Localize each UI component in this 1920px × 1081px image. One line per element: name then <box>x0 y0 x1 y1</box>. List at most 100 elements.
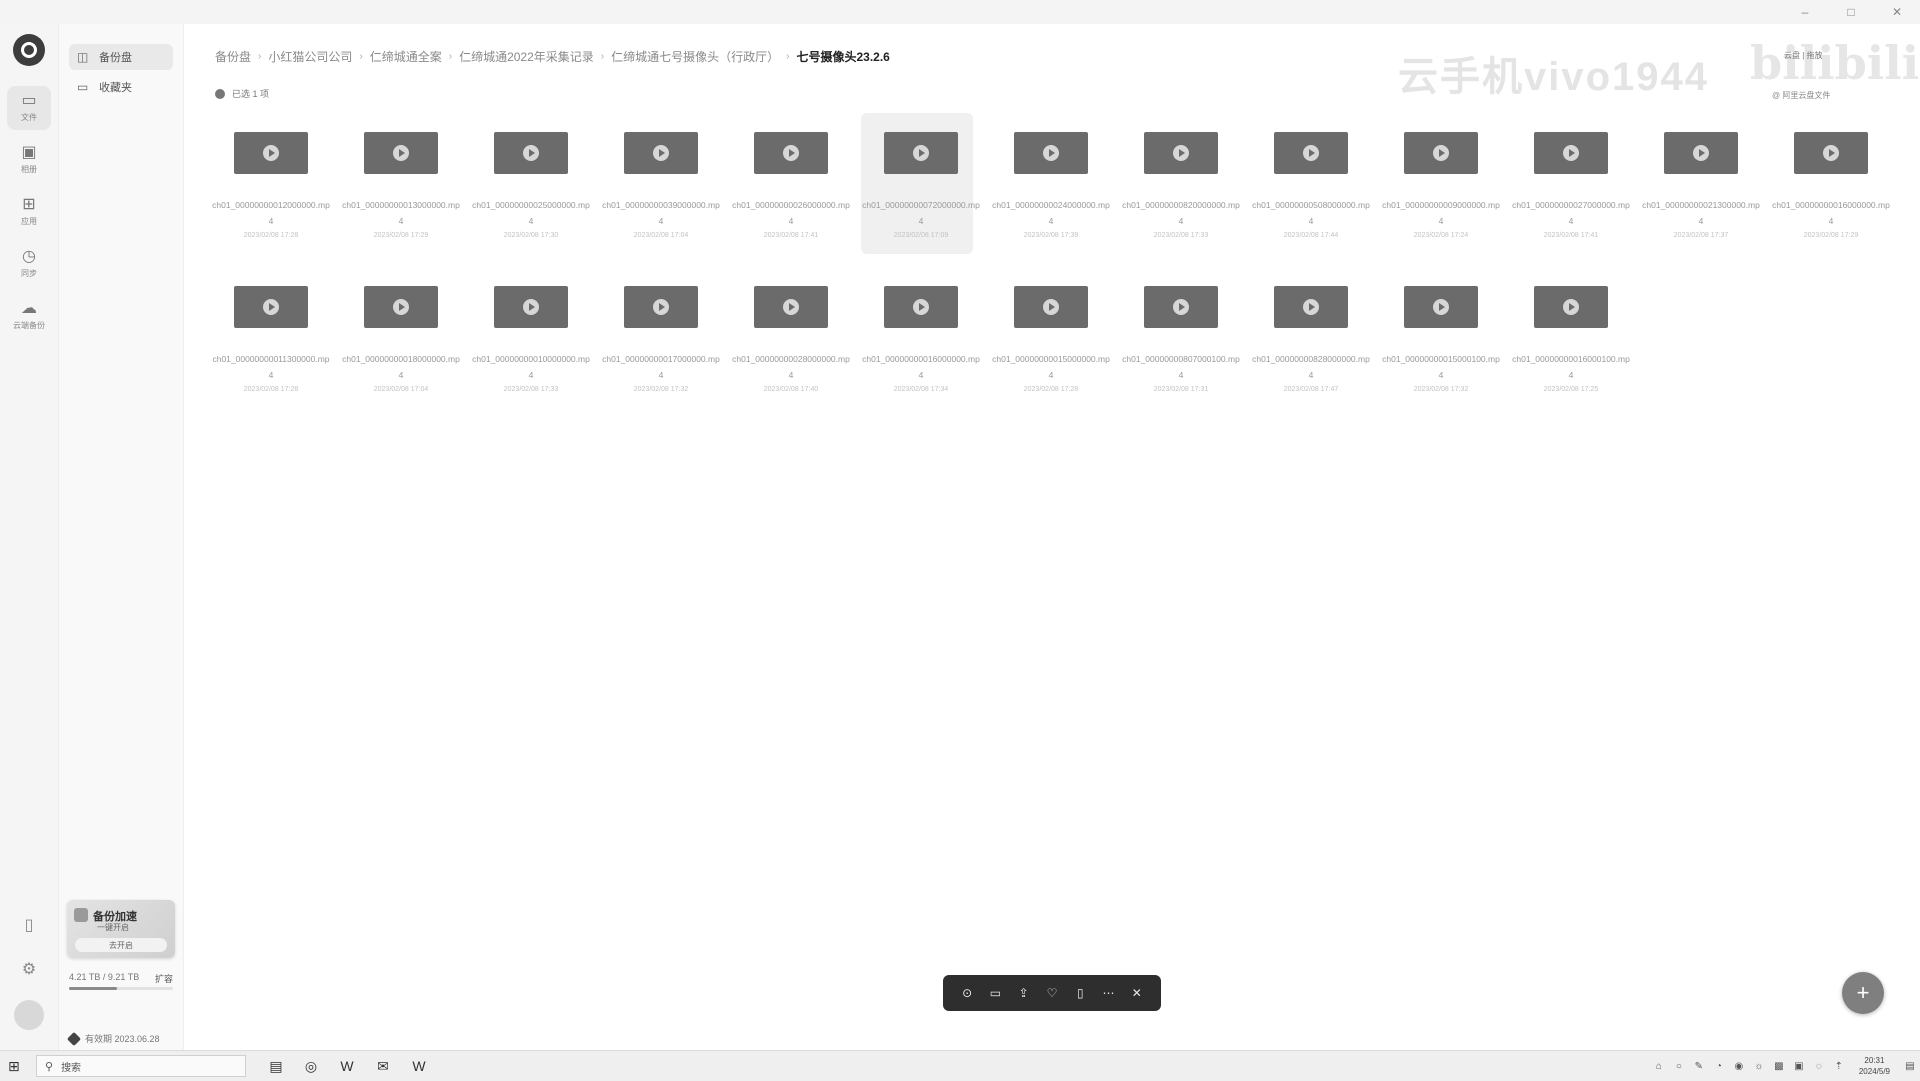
tray-icon[interactable]: ◔ <box>1712 1061 1726 1072</box>
file-name: ch01_00000000013000000.mp4 <box>342 200 460 226</box>
download-icon[interactable]: ⊙ <box>958 984 976 1002</box>
mail-icon[interactable]: ✉ <box>372 1056 394 1076</box>
more-icon[interactable]: ⋯ <box>1100 984 1118 1002</box>
rail-item-sync[interactable]: ◷ 同步 <box>7 242 51 286</box>
tray-icon[interactable]: ▩ <box>1772 1061 1786 1072</box>
play-icon <box>653 145 669 161</box>
video-thumbnail <box>1404 286 1478 328</box>
taskbar-clock[interactable]: 20:31 2024/5/9 <box>1859 1055 1890 1077</box>
play-icon <box>393 145 409 161</box>
browser-icon[interactable]: ◎ <box>300 1056 322 1076</box>
promo-button[interactable]: 去开启 <box>75 938 167 952</box>
breadcrumb-item[interactable]: 仁缔城通七号摄像头（行政厅） <box>611 48 779 65</box>
play-icon <box>783 145 799 161</box>
rail-item-cloud-backup[interactable]: ☁ 云端备份 <box>7 294 51 338</box>
membership-status[interactable]: 有效期 2023.06.28 <box>66 1031 160 1046</box>
file-item[interactable]: ch01_00000000009000000.mp4 2023/02/08 17:… <box>1381 113 1500 254</box>
secondary-sidebar: ◫ 备份盘 ▭ 收藏夹 备份加速 一键开启 去开启 4.21 TB / 9.21… <box>59 24 184 1050</box>
minimize-button[interactable]: – <box>1782 0 1828 24</box>
file-item[interactable]: ch01_00000000015000000.mp4 2023/02/08 17:… <box>991 267 1110 408</box>
file-date: 2023/02/08 17:41 <box>763 232 819 239</box>
settings-icon[interactable]: ⚙ <box>14 954 44 984</box>
play-icon <box>1433 299 1449 315</box>
tray-icon[interactable]: ▣ <box>1792 1061 1806 1072</box>
file-item[interactable]: ch01_00000000027000000.mp4 2023/02/08 17:… <box>1511 113 1630 254</box>
file-explorer-icon[interactable]: ▤ <box>265 1056 287 1076</box>
file-item[interactable]: ch01_00000000011300000.mp4 2023/02/08 17:… <box>211 267 330 408</box>
rail-item-files[interactable]: ▭ 文件 <box>7 86 51 130</box>
file-name: ch01_00000000012000000.mp4 <box>212 200 330 226</box>
rail-item-photos[interactable]: ▣ 相册 <box>7 138 51 182</box>
file-date: 2023/02/08 17:33 <box>503 386 559 393</box>
file-item[interactable]: ch01_00000000016000100.mp4 2023/02/08 17:… <box>1511 267 1630 408</box>
file-item[interactable]: ch01_00000000039000000.mp4 2023/02/08 17:… <box>601 113 720 254</box>
share-icon[interactable]: ⇪ <box>1015 984 1033 1002</box>
wps-icon-2[interactable]: W <box>408 1056 430 1076</box>
file-item[interactable]: ch01_00000000024000000.mp4 2023/02/08 17:… <box>991 113 1110 254</box>
file-item[interactable]: ch01_00000000016000000.mp4 2023/02/08 17:… <box>861 267 980 408</box>
file-item[interactable]: ch01_00000000026000000.mp4 2023/02/08 17:… <box>731 113 850 254</box>
breadcrumb-item[interactable]: 备份盘 <box>215 48 251 65</box>
file-item[interactable]: ch01_00000000017000000.mp4 2023/02/08 17:… <box>601 267 720 408</box>
sidebar-item-backup-drive[interactable]: ◫ 备份盘 <box>69 44 173 70</box>
tray-icon[interactable]: ⌂ <box>1652 1061 1666 1072</box>
file-item[interactable]: ch01_00000000807000100.mp4 2023/02/08 17:… <box>1121 267 1240 408</box>
file-item[interactable]: ch01_00000000072000000.mp4 2023/02/08 17:… <box>861 113 980 254</box>
video-thumbnail <box>1794 132 1868 174</box>
phone-icon[interactable]: ▯ <box>14 910 44 940</box>
tray-icon[interactable]: ✎ <box>1692 1061 1706 1072</box>
add-button[interactable]: + <box>1842 972 1884 1014</box>
file-item[interactable]: ch01_00000000508000000.mp4 2023/02/08 17:… <box>1251 113 1370 254</box>
window-controls: – □ ✕ <box>1782 0 1920 24</box>
tray-icon[interactable]: ◌ <box>1812 1061 1826 1072</box>
file-item[interactable]: ch01_00000000028000000.mp4 2023/02/08 17:… <box>731 267 850 408</box>
file-name: ch01_00000000021300000.mp4 <box>1642 200 1760 226</box>
breadcrumb-item[interactable]: 小红猫公司公司 <box>268 48 352 65</box>
file-item[interactable]: ch01_00000000010000000.mp4 2023/02/08 17:… <box>471 267 590 408</box>
promo-icon <box>74 908 88 922</box>
file-item[interactable]: ch01_00000000828000000.mp4 2023/02/08 17:… <box>1251 267 1370 408</box>
file-item[interactable]: ch01_00000000025000000.mp4 2023/02/08 17:… <box>471 113 590 254</box>
promo-card[interactable]: 备份加速 一键开启 去开启 <box>67 900 175 958</box>
rail-item-apps[interactable]: ⊞ 应用 <box>7 190 51 234</box>
play-icon <box>653 299 669 315</box>
sidebar-item-favorites[interactable]: ▭ 收藏夹 <box>69 74 173 100</box>
file-item[interactable]: ch01_00000000012000000.mp4 2023/02/08 17:… <box>211 113 330 254</box>
breadcrumb-item[interactable]: 仁缔城通2022年采集记录 <box>459 48 594 65</box>
close-icon[interactable]: ✕ <box>1128 984 1146 1002</box>
maximize-button[interactable]: □ <box>1828 0 1874 24</box>
notification-icon[interactable]: ▤ <box>1903 1061 1917 1072</box>
tray-icon[interactable]: ◉ <box>1732 1061 1746 1072</box>
tray-icon[interactable]: ○ <box>1672 1061 1686 1072</box>
tray-icon[interactable]: ⇡ <box>1832 1061 1846 1072</box>
file-name: ch01_00000000015000000.mp4 <box>992 354 1110 380</box>
delete-icon[interactable]: ▯ <box>1071 984 1089 1002</box>
file-date: 2023/02/08 17:04 <box>633 232 689 239</box>
breadcrumb: 备份盘 › 小红猫公司公司 › 仁缔城通全案 › 仁缔城通2022年采集记录 › 仁缔城… <box>215 48 890 65</box>
video-thumbnail <box>624 132 698 174</box>
taskbar-search[interactable]: ⚲ 搜索 <box>36 1055 246 1077</box>
start-button[interactable]: ⊞ <box>8 1058 20 1075</box>
select-all-checkbox[interactable] <box>215 88 225 99</box>
move-icon[interactable]: ▭ <box>986 984 1004 1002</box>
video-thumbnail <box>884 132 958 174</box>
file-item[interactable]: ch01_00000000021300000.mp4 2023/02/08 17:… <box>1641 113 1760 254</box>
breadcrumb-item[interactable]: 仁缔城通全案 <box>370 48 442 65</box>
file-item[interactable]: ch01_00000000016000000.mp4 2023/02/08 17:… <box>1771 113 1890 254</box>
video-thumbnail <box>1274 286 1348 328</box>
play-icon <box>1563 299 1579 315</box>
storage-upgrade-link[interactable]: 扩容 <box>155 972 173 985</box>
breadcrumb-current: 七号摄像头23.2.6 <box>796 50 890 64</box>
play-icon <box>1303 299 1319 315</box>
file-item[interactable]: ch01_00000000018000000.mp4 2023/02/08 17:… <box>341 267 460 408</box>
close-window-button[interactable]: ✕ <box>1874 0 1920 24</box>
wps-icon[interactable]: W <box>336 1056 358 1076</box>
file-item[interactable]: ch01_00000000820000000.mp4 2023/02/08 17:… <box>1121 113 1240 254</box>
storage-progress-fill <box>69 987 117 990</box>
favorite-icon[interactable]: ♡ <box>1043 984 1061 1002</box>
file-item[interactable]: ch01_00000000015000100.mp4 2023/02/08 17:… <box>1381 267 1500 408</box>
membership-text: 有效期 2023.06.28 <box>85 1034 160 1044</box>
avatar[interactable] <box>14 1000 44 1030</box>
tray-icon[interactable]: ☼ <box>1752 1061 1766 1072</box>
file-item[interactable]: ch01_00000000013000000.mp4 2023/02/08 17:… <box>341 113 460 254</box>
